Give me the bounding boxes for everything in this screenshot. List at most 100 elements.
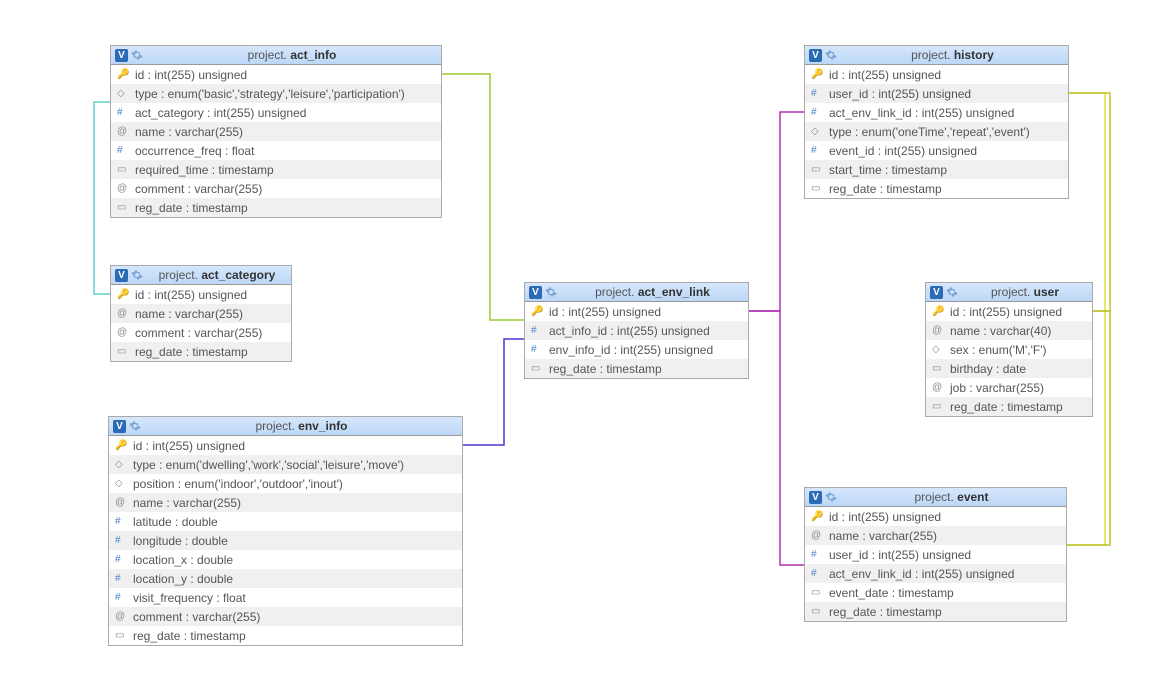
table-act_env_link[interactable]: Vproject. act_env_link🔑id : int(255) uns… xyxy=(524,282,749,379)
table-act_category[interactable]: Vproject. act_category🔑id : int(255) uns… xyxy=(110,265,292,362)
column-text: longitude : double xyxy=(133,534,456,548)
table-row[interactable]: #longitude : double xyxy=(109,531,462,550)
diamond-icon: ◇ xyxy=(115,459,129,470)
table-row[interactable]: ▭ reg_date : timestamp xyxy=(926,397,1092,416)
table-row[interactable]: #latitude : double xyxy=(109,512,462,531)
table-row[interactable]: ◇ type : enum('dwelling','work','social',… xyxy=(109,455,462,474)
table-user[interactable]: Vproject. user🔑id : int(255) unsigned@na… xyxy=(925,282,1093,417)
hash-icon: # xyxy=(811,568,825,579)
table-header-user[interactable]: Vproject. user xyxy=(926,283,1092,302)
table-row[interactable]: @name : varchar(255) xyxy=(111,304,291,323)
table-row[interactable]: @name : varchar(255) xyxy=(109,493,462,512)
column-text: comment : varchar(255) xyxy=(135,182,435,196)
column-text: name : varchar(255) xyxy=(829,529,1060,543)
table-row[interactable]: ▭required_time : timestamp xyxy=(111,160,441,179)
table-row[interactable]: #user_id : int(255) unsigned xyxy=(805,84,1068,103)
column-text: act_env_link_id : int(255) unsigned xyxy=(829,106,1062,120)
table-row[interactable]: #location_y : double xyxy=(109,569,462,588)
table-row[interactable]: ◇type : enum('oneTime','repeat','event') xyxy=(805,122,1068,141)
gear-icon[interactable] xyxy=(131,49,143,61)
key-icon: 🔑 xyxy=(531,306,545,317)
table-row[interactable]: ◇position : enum('indoor','outdoor','ino… xyxy=(109,474,462,493)
table-row[interactable]: # act_env_link_id : int(255) unsigned xyxy=(805,103,1068,122)
gear-icon[interactable] xyxy=(129,420,141,432)
column-text: reg_date : timestamp xyxy=(135,345,285,359)
table-header-act_env_link[interactable]: Vproject. act_env_link xyxy=(525,283,748,302)
at-icon: @ xyxy=(117,183,131,194)
gear-icon[interactable] xyxy=(825,49,837,61)
gear-icon[interactable] xyxy=(946,286,958,298)
dt-icon: ▭ xyxy=(932,401,946,412)
column-text: reg_date : timestamp xyxy=(950,400,1086,414)
hash-icon: # xyxy=(811,145,825,156)
table-row[interactable]: #event_id : int(255) unsigned xyxy=(805,141,1068,160)
table-row[interactable]: #occurrence_freq : float xyxy=(111,141,441,160)
table-row[interactable]: @comment : varchar(255) xyxy=(109,607,462,626)
table-row[interactable]: ▭birthday : date xyxy=(926,359,1092,378)
table-header-event[interactable]: Vproject. event xyxy=(805,488,1066,507)
column-text: reg_date : timestamp xyxy=(133,629,456,643)
v-icon: V xyxy=(930,286,943,299)
column-text: type : enum('dwelling','work','social','… xyxy=(133,458,456,472)
table-row[interactable]: #visit_frequency : float xyxy=(109,588,462,607)
gear-icon[interactable] xyxy=(131,269,143,281)
key-icon: 🔑 xyxy=(811,69,825,80)
column-text: reg_date : timestamp xyxy=(829,182,1062,196)
table-row[interactable]: ▭reg_date : timestamp xyxy=(109,626,462,645)
column-text: reg_date : timestamp xyxy=(829,605,1060,619)
table-row[interactable]: #act_category : int(255) unsigned xyxy=(111,103,441,122)
table-row[interactable]: ▭event_date : timestamp xyxy=(805,583,1066,602)
table-row[interactable]: @name : varchar(40) xyxy=(926,321,1092,340)
gear-icon[interactable] xyxy=(545,286,557,298)
table-header-act_category[interactable]: Vproject. act_category xyxy=(111,266,291,285)
dt-icon: ▭ xyxy=(117,164,131,175)
column-text: id : int(255) unsigned xyxy=(133,439,456,453)
column-text: user_id : int(255) unsigned xyxy=(829,87,1062,101)
gear-icon[interactable] xyxy=(825,491,837,503)
table-header-env_info[interactable]: Vproject. env_info xyxy=(109,417,462,436)
column-text: type : enum('oneTime','repeat','event') xyxy=(829,125,1062,139)
table-title: project. event xyxy=(841,490,1062,504)
table-row[interactable]: @name : varchar(255) xyxy=(805,526,1066,545)
table-event[interactable]: Vproject. event🔑id : int(255) unsigned@n… xyxy=(804,487,1067,622)
column-text: location_y : double xyxy=(133,572,456,586)
table-row[interactable]: ◇sex : enum('M','F') xyxy=(926,340,1092,359)
table-row[interactable]: 🔑id : int(255) unsigned xyxy=(111,285,291,304)
table-history[interactable]: Vproject. history🔑id : int(255) unsigned… xyxy=(804,45,1069,199)
table-row[interactable]: #location_x : double xyxy=(109,550,462,569)
table-row[interactable]: @name : varchar(255) xyxy=(111,122,441,141)
table-row[interactable]: @comment : varchar(255) xyxy=(111,323,291,342)
table-row[interactable]: 🔑id : int(255) unsigned xyxy=(525,302,748,321)
table-row[interactable]: #env_info_id : int(255) unsigned xyxy=(525,340,748,359)
table-row[interactable]: 🔑id : int(255) unsigned xyxy=(111,65,441,84)
table-row[interactable]: 🔑id : int(255) unsigned xyxy=(805,65,1068,84)
hash-icon: # xyxy=(115,516,129,527)
at-icon: @ xyxy=(117,327,131,338)
table-row[interactable]: #act_env_link_id : int(255) unsigned xyxy=(805,564,1066,583)
table-act_info[interactable]: Vproject. act_info🔑id : int(255) unsigne… xyxy=(110,45,442,218)
table-row[interactable]: @job : varchar(255) xyxy=(926,378,1092,397)
table-row[interactable]: 🔑id : int(255) unsigned xyxy=(109,436,462,455)
column-text: reg_date : timestamp xyxy=(135,201,435,215)
v-icon: V xyxy=(809,491,822,504)
table-header-history[interactable]: Vproject. history xyxy=(805,46,1068,65)
table-row[interactable]: ▭reg_date : timestamp xyxy=(525,359,748,378)
table-row[interactable]: 🔑id : int(255) unsigned xyxy=(926,302,1092,321)
table-title: project. user xyxy=(962,285,1088,299)
column-text: id : int(255) unsigned xyxy=(135,68,435,82)
table-row[interactable]: ▭start_time : timestamp xyxy=(805,160,1068,179)
table-row[interactable]: ◇type : enum('basic','strategy','leisure… xyxy=(111,84,441,103)
table-row[interactable]: #user_id : int(255) unsigned xyxy=(805,545,1066,564)
table-env_info[interactable]: Vproject. env_info🔑id : int(255) unsigne… xyxy=(108,416,463,646)
table-row[interactable]: ▭reg_date : timestamp xyxy=(805,602,1066,621)
table-row[interactable]: #act_info_id : int(255) unsigned xyxy=(525,321,748,340)
table-row[interactable]: ▭ reg_date : timestamp xyxy=(805,179,1068,198)
table-row[interactable]: 🔑id : int(255) unsigned xyxy=(805,507,1066,526)
table-row[interactable]: ▭reg_date : timestamp xyxy=(111,198,441,217)
table-row[interactable]: @ comment : varchar(255) xyxy=(111,179,441,198)
dt-icon: ▭ xyxy=(811,183,825,194)
hash-icon: # xyxy=(811,107,825,118)
table-row[interactable]: ▭reg_date : timestamp xyxy=(111,342,291,361)
table-header-act_info[interactable]: Vproject. act_info xyxy=(111,46,441,65)
column-text: id : int(255) unsigned xyxy=(135,288,285,302)
